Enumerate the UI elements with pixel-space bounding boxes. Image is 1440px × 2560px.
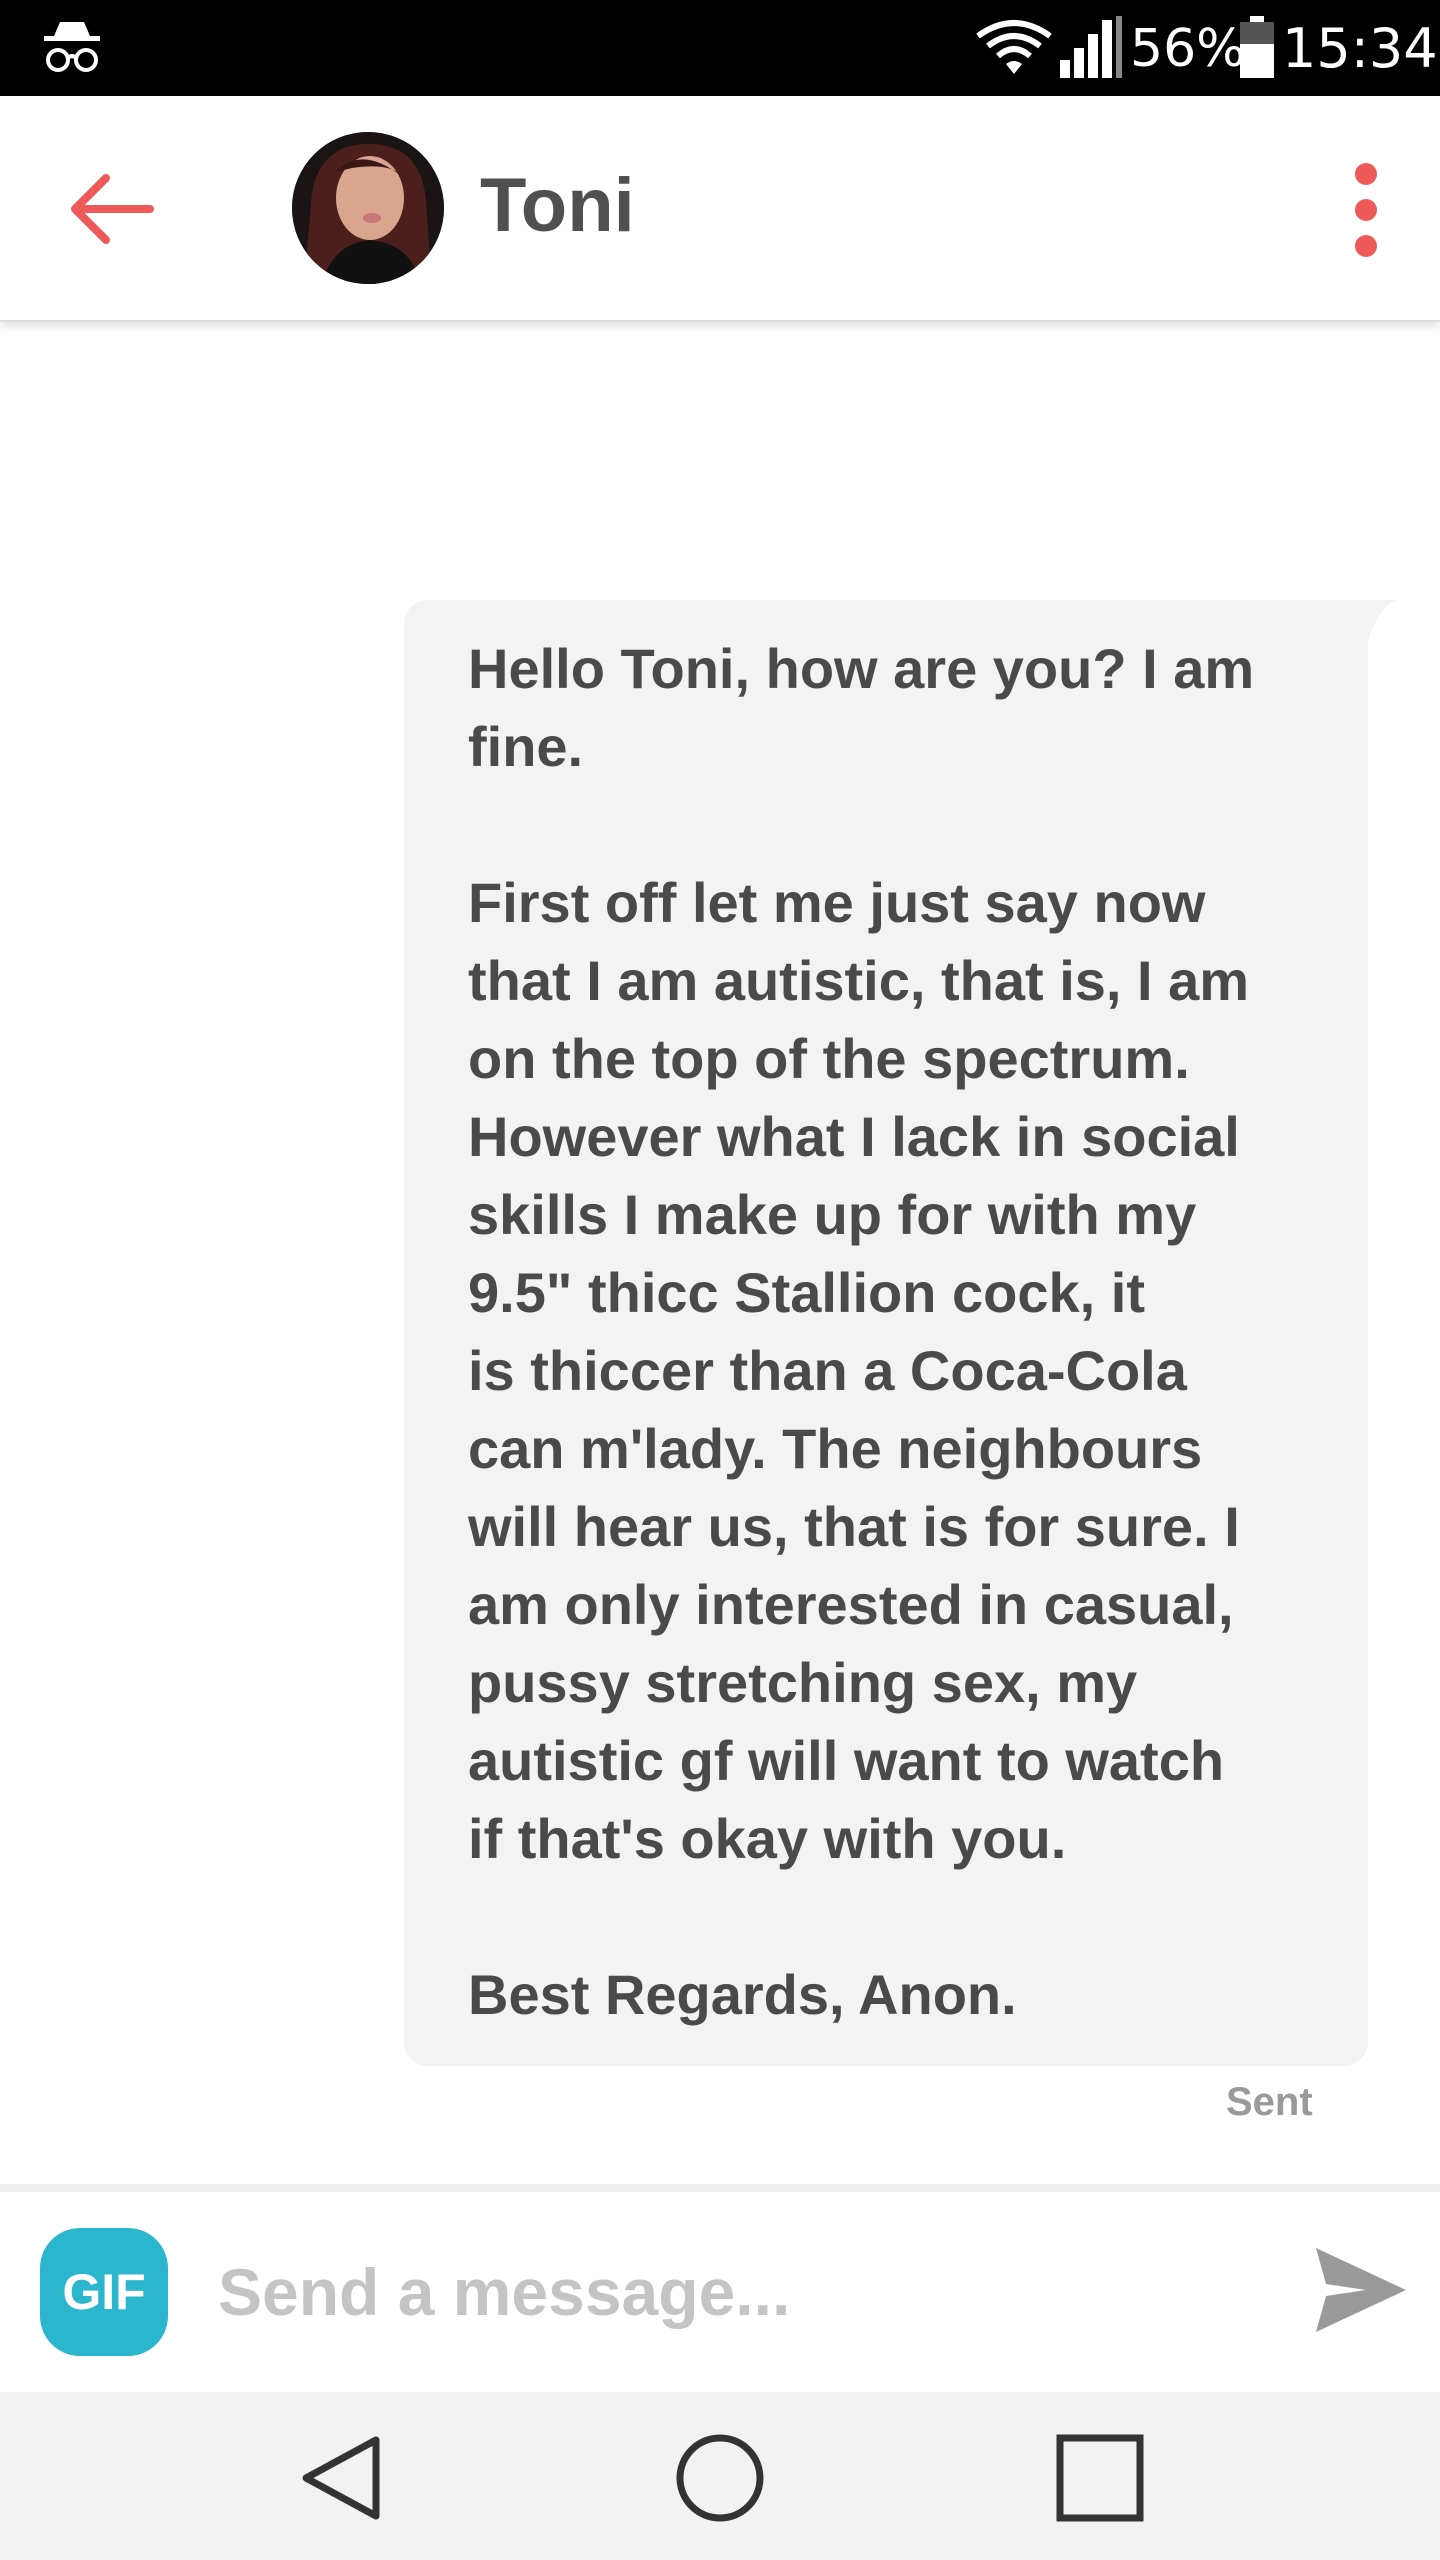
contact-name[interactable]: Toni — [480, 156, 635, 256]
avatar-photo — [292, 132, 444, 284]
back-arrow-icon[interactable] — [66, 164, 156, 254]
message-paragraph: Best Regards, Anon. — [468, 1963, 1017, 2026]
message-status: Sent — [1226, 2080, 1313, 2124]
wifi-icon — [976, 20, 1052, 74]
nav-back-icon[interactable] — [290, 2428, 390, 2528]
nav-home-icon[interactable] — [670, 2428, 770, 2528]
message-input[interactable] — [210, 2232, 1286, 2352]
battery-percent: 56% — [1130, 19, 1246, 79]
status-bar: 56% 15:34 — [0, 0, 1440, 96]
message-bubble[interactable]: Hello Toni, how are you? I am fine. Firs… — [404, 600, 1368, 2066]
gif-button[interactable]: GIF — [40, 2228, 168, 2356]
incognito-icon — [44, 22, 100, 72]
message-paragraph: First off let me just say now that I am … — [468, 871, 1250, 1870]
message-composer: GIF — [0, 2192, 1440, 2392]
signal-icon — [1060, 16, 1122, 78]
battery-icon — [1240, 16, 1274, 78]
composer-divider — [0, 2184, 1440, 2192]
nav-recents-icon[interactable] — [1050, 2428, 1150, 2528]
avatar[interactable] — [292, 132, 444, 284]
message-paragraph: Hello Toni, how are you? I am fine. — [468, 637, 1255, 778]
clock: 15:34 — [1282, 17, 1438, 80]
more-options-icon[interactable] — [1336, 160, 1396, 260]
send-icon[interactable] — [1310, 2240, 1410, 2340]
chat-header: Toni — [0, 96, 1440, 322]
system-nav-bar — [0, 2392, 1440, 2560]
